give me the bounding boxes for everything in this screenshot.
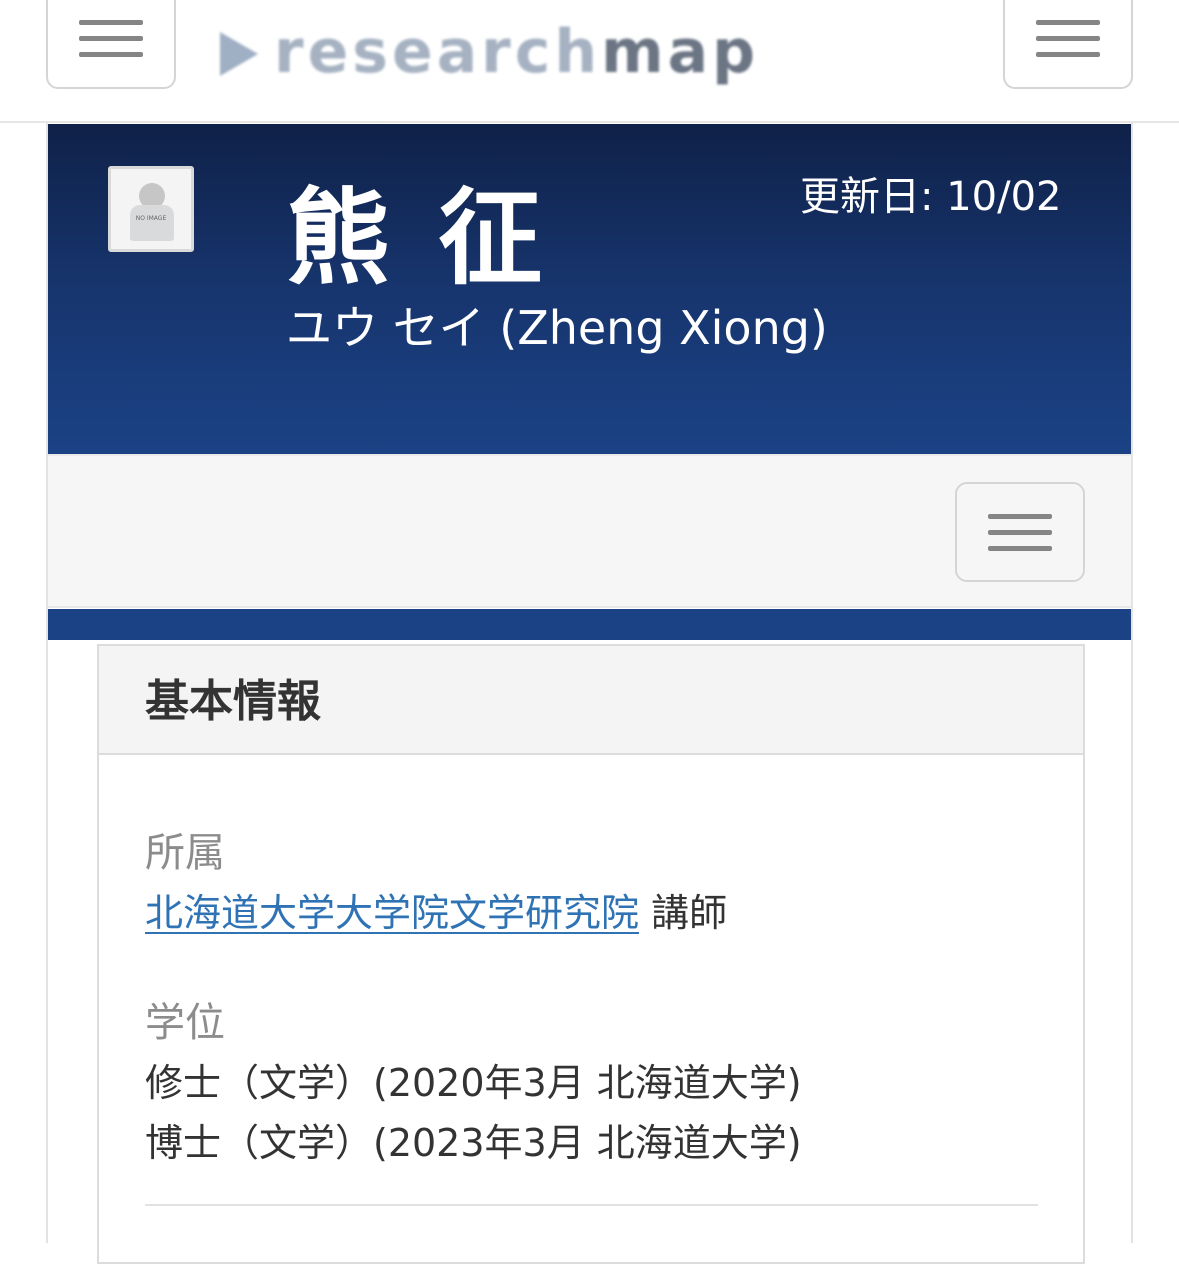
hamburger-icon-bar	[79, 52, 143, 57]
avatar-body-icon	[130, 205, 174, 241]
logo-text-research: research	[274, 17, 602, 87]
hamburger-icon-bar	[79, 36, 143, 41]
degree-item: 修士（文学）(2020年3月 北海道大学)	[145, 1061, 802, 1105]
section-divider	[145, 1204, 1038, 1206]
avatar-placeholder-text: NO IMAGE	[135, 215, 167, 222]
logo-text-map: map	[601, 17, 760, 87]
account-menu-button[interactable]	[1003, 0, 1133, 89]
profile-nav-menu-button[interactable]	[955, 482, 1085, 582]
hamburger-icon	[1036, 20, 1100, 25]
hamburger-icon-bar	[1036, 36, 1100, 41]
hamburger-icon-bar	[988, 545, 1052, 551]
affiliation-position: 講師	[639, 891, 728, 935]
avatar: NO IMAGE	[108, 166, 194, 252]
researcher-name: 熊 征	[286, 177, 549, 299]
affiliation-link[interactable]: 北海道大学大学院文学研究院	[145, 891, 639, 935]
degree-label: 学位	[145, 1000, 225, 1046]
updated-date: 更新日: 10/02	[800, 174, 1062, 220]
hamburger-icon	[988, 513, 1052, 519]
researchmap-logo[interactable]: research map	[220, 12, 759, 92]
affiliation-value: 北海道大学大学院文学研究院 講師	[145, 888, 727, 938]
researcher-name-reading: ユウ セイ (Zheng Xiong)	[286, 301, 828, 355]
hamburger-icon-bar	[1036, 52, 1100, 57]
affiliation-label: 所属	[145, 830, 225, 876]
hamburger-icon	[79, 20, 143, 25]
accent-bar	[48, 609, 1131, 640]
degree-item: 博士（文学）(2023年3月 北海道大学)	[145, 1121, 802, 1165]
basic-info-title: 基本情報	[145, 676, 321, 727]
main-menu-button[interactable]	[46, 0, 176, 89]
hamburger-icon-bar	[988, 529, 1052, 535]
play-icon	[220, 32, 258, 76]
